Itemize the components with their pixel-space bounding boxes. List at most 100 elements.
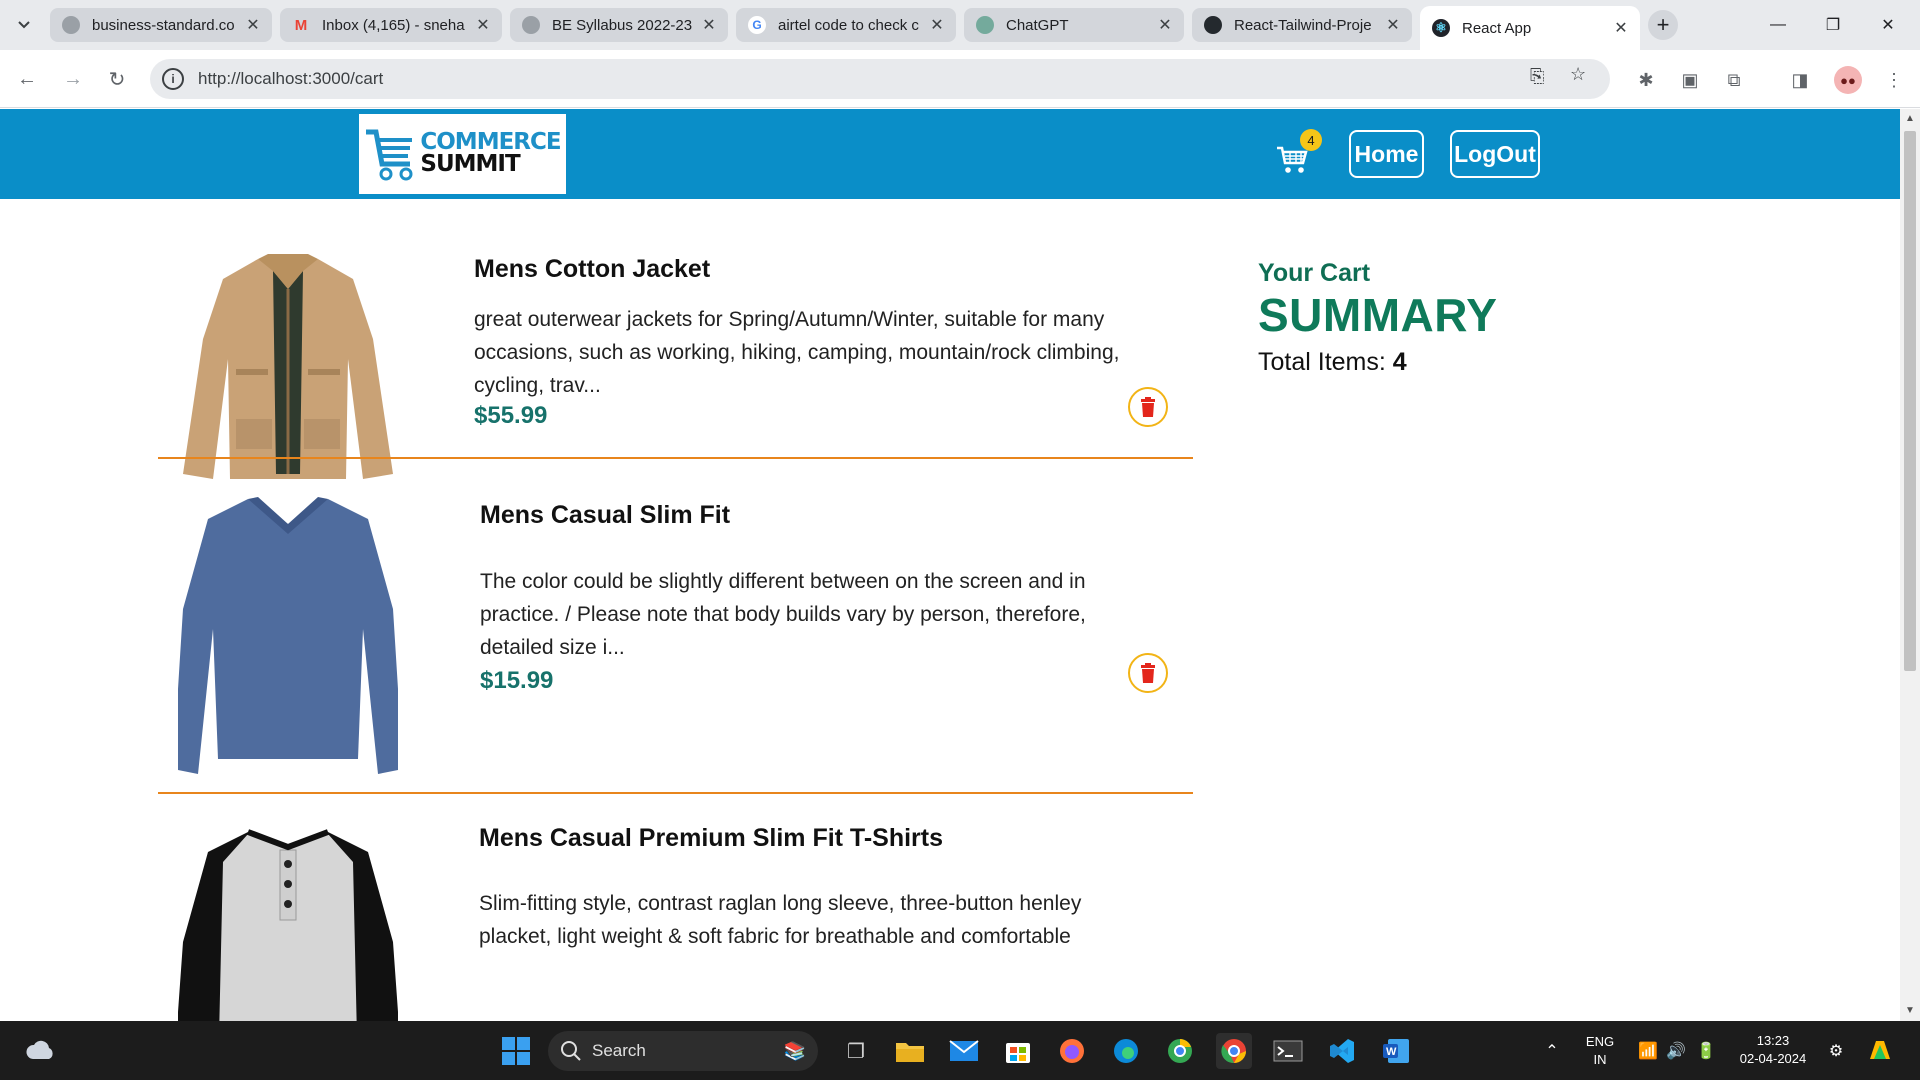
word-icon[interactable]: W (1378, 1033, 1414, 1069)
summary-title: SUMMARY (1258, 289, 1498, 341)
terminal-window-icon (1273, 1040, 1303, 1062)
close-icon[interactable]: ✕ (928, 15, 946, 35)
product-image-slim-fit-shirt (178, 497, 398, 774)
cart-link[interactable]: 4 (1276, 129, 1326, 179)
restore-button[interactable]: ❐ (1813, 10, 1853, 40)
scrollbar-thumb[interactable] (1904, 131, 1916, 671)
new-tab-button[interactable]: + (1648, 10, 1678, 40)
cart-count-badge: 4 (1300, 129, 1322, 151)
envelope-icon (949, 1040, 979, 1061)
close-icon[interactable]: ✕ (1384, 15, 1402, 35)
profile-avatar[interactable]: ●● (1834, 66, 1862, 94)
close-icon[interactable]: ✕ (1156, 15, 1174, 35)
bug-extension-icon[interactable]: ✱ (1632, 66, 1660, 94)
trash-icon (1141, 663, 1155, 683)
gmail-icon: M (294, 16, 308, 34)
github-icon (1204, 16, 1222, 34)
tab-bar: business-standard.co ✕ M Inbox (4,165) -… (0, 0, 1920, 50)
home-button[interactable]: Home (1349, 130, 1424, 178)
total-items: Total Items: 4 (1258, 348, 1497, 377)
battery-icon[interactable]: 🔋 (1688, 1033, 1724, 1069)
bookmark-star-icon[interactable]: ☆ (1570, 64, 1586, 85)
tab-google-search[interactable]: G airtel code to check c ✕ (736, 8, 956, 42)
summary-subtitle: Your Cart (1258, 259, 1371, 287)
scroll-up-arrow-icon[interactable]: ▲ (1904, 113, 1916, 124)
back-button[interactable]: ← (12, 64, 42, 94)
edge-icon[interactable] (1108, 1033, 1144, 1069)
globe-icon (62, 16, 80, 34)
task-view-icon[interactable]: ❐ (838, 1033, 874, 1069)
cart-item: Mens Casual Premium Slim Fit T-Shirts Sl… (158, 794, 1193, 1021)
folder-icon (896, 1043, 924, 1062)
product-price: $15.99 (480, 667, 554, 694)
settings-gear-icon[interactable]: ⚙ (1818, 1033, 1854, 1069)
copilot-icon[interactable] (1862, 1033, 1898, 1069)
chevron-down-icon (18, 21, 30, 29)
tab-business-standard[interactable]: business-standard.co ✕ (50, 8, 272, 42)
product-image-jacket (183, 254, 393, 479)
menu-kebab-icon[interactable]: ⋮ (1880, 66, 1908, 94)
page-scrollbar[interactable]: ▲ ▼ (1900, 109, 1920, 1021)
minimize-button[interactable]: — (1758, 10, 1798, 40)
taskbar-search[interactable]: Search 📚 (548, 1031, 818, 1071)
shopping-cart-logo-icon (366, 129, 413, 181)
address-bar[interactable]: i http://localhost:3000/cart (150, 59, 1610, 99)
product-name: Mens Casual Premium Slim Fit T-Shirts (479, 824, 944, 852)
windows-logo-icon (502, 1037, 530, 1065)
svg-text:W: W (1386, 1046, 1397, 1058)
cart-summary: Your Cart SUMMARY Total Items: 4 (1258, 259, 1497, 377)
chrome-dev-icon[interactable] (1162, 1033, 1198, 1069)
microsoft-store-icon[interactable] (1000, 1033, 1036, 1069)
tab-react-app[interactable]: ⚛ React App ✕ (1420, 6, 1640, 50)
cart-icon (1277, 146, 1308, 173)
scroll-down-arrow-icon[interactable]: ▼ (1904, 1005, 1916, 1016)
react-icon: ⚛ (1432, 19, 1450, 37)
windows-taskbar: Search 📚 ❐ W ⌃ ENG IN 📶 🔊 🔋 13:23 02-04-… (0, 1021, 1920, 1080)
product-name: Mens Cotton Jacket (474, 255, 711, 283)
delete-item-button[interactable] (1128, 653, 1168, 693)
close-window-button[interactable]: ✕ (1868, 10, 1908, 40)
file-explorer-icon[interactable] (892, 1033, 928, 1069)
terminal-icon[interactable] (1270, 1033, 1306, 1069)
search-icon (561, 1041, 581, 1061)
side-panel-icon[interactable]: ◨ (1786, 66, 1814, 94)
show-hidden-icons-chevron-icon[interactable]: ⌃ (1534, 1033, 1570, 1069)
clock[interactable]: 13:23 02-04-2024 (1730, 1032, 1816, 1068)
tab-gmail[interactable]: M Inbox (4,165) - sneha ✕ (280, 8, 502, 42)
extensions-puzzle-icon[interactable]: ⧉ (1720, 66, 1748, 94)
close-icon[interactable]: ✕ (244, 15, 262, 35)
delete-item-button[interactable] (1128, 387, 1168, 427)
globe-icon (522, 16, 540, 34)
mail-icon[interactable] (946, 1033, 982, 1069)
forward-button[interactable]: → (58, 64, 88, 94)
site-info-icon[interactable]: i (162, 68, 184, 90)
firefox-icon[interactable] (1054, 1033, 1090, 1069)
reload-button[interactable]: ↻ (102, 64, 132, 94)
trash-icon (1141, 397, 1155, 417)
tab-github[interactable]: React-Tailwind-Proje ✕ (1192, 8, 1412, 42)
search-highlight-icon: 📚 (783, 1040, 806, 1061)
close-icon[interactable]: ✕ (700, 15, 718, 35)
tab-search-button[interactable] (10, 12, 38, 38)
cloud-icon (26, 1040, 53, 1059)
word-logo-icon: W (1383, 1039, 1409, 1063)
media-extension-icon[interactable]: ▣ (1676, 66, 1704, 94)
language-indicator[interactable]: ENG IN (1580, 1033, 1620, 1069)
edge-logo-icon (1114, 1039, 1138, 1063)
install-app-icon[interactable]: ⎘ (1530, 66, 1544, 87)
close-icon[interactable]: ✕ (474, 15, 492, 35)
chrome-icon[interactable] (1216, 1033, 1252, 1069)
product-description: The color could be slightly different be… (480, 570, 1086, 659)
logout-button[interactable]: LogOut (1450, 130, 1540, 178)
google-icon: G (748, 16, 766, 34)
close-icon[interactable]: ✕ (1612, 18, 1630, 38)
site-navbar: COMMERCE SUMMIT 4 Home LogOut (0, 109, 1900, 199)
product-image-henley-tshirt (178, 829, 398, 1021)
windows-start-icon[interactable] (498, 1033, 534, 1069)
vscode-icon[interactable] (1324, 1033, 1360, 1069)
site-logo[interactable]: COMMERCE SUMMIT (359, 114, 566, 194)
tab-be-syllabus[interactable]: BE Syllabus 2022-23. ✕ (510, 8, 728, 42)
store-icon (1006, 1043, 1030, 1063)
tab-chatgpt[interactable]: ChatGPT ✕ (964, 8, 1184, 42)
weather-widget-icon[interactable] (22, 1033, 58, 1069)
